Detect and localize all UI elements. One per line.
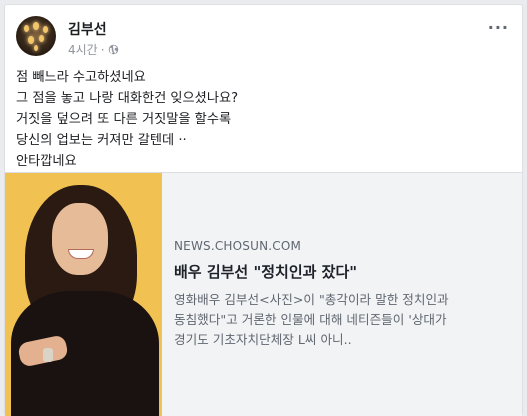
link-description-line: 동침했다"고 거론한 인물에 대해 네티즌들이 '상대가 — [174, 312, 447, 327]
link-description: 영화배우 김부선<사진>이 "총각이라 말한 정치인과 동침했다"고 거론한 인… — [174, 290, 514, 350]
link-thumbnail[interactable] — [5, 173, 162, 416]
post-meta: 4시간 · — [68, 41, 119, 58]
link-headline[interactable]: 배우 김부선 "정치인과 잤다" — [174, 261, 514, 282]
link-description-line: 영화배우 김부선<사진>이 "총각이라 말한 정치인과 — [174, 292, 449, 307]
post-line: 거짓을 덮으려 또 다른 거짓말을 할수록 — [16, 112, 232, 127]
globe-icon[interactable] — [108, 44, 119, 55]
post-line: 점 빼느라 수고하셨네요 — [16, 70, 146, 85]
post-header: 김부선 4시간 · ··· — [16, 16, 513, 58]
link-preview[interactable]: NEWS.CHOSUN.COM 배우 김부선 "정치인과 잤다" 영화배우 김부… — [5, 172, 522, 416]
post-line: 그 점을 놓고 나랑 대화한건 잊으셨나요? — [16, 91, 239, 106]
more-options-icon[interactable]: ··· — [488, 18, 509, 37]
link-info: NEWS.CHOSUN.COM 배우 김부선 "정치인과 잤다" 영화배우 김부… — [174, 239, 514, 350]
post-body: 점 빼느라 수고하셨네요 그 점을 놓고 나랑 대화한건 잊으셨나요? 거짓을 … — [16, 67, 511, 172]
post-line: 당신의 업보는 커져만 갈텐데 ·· — [16, 133, 187, 148]
avatar[interactable] — [16, 16, 56, 56]
post-line: 안타깝네요 — [16, 154, 77, 169]
link-description-line: 경기도 기초자치단체장 L씨 아니.. — [174, 332, 352, 347]
link-domain: NEWS.CHOSUN.COM — [174, 239, 302, 253]
author-name[interactable]: 김부선 — [68, 19, 107, 39]
post-timestamp[interactable]: 4시간 — [68, 41, 98, 58]
post-card: 김부선 4시간 · ··· 점 빼느라 수고하셨네요 그 점을 놓고 나랑 대화… — [4, 4, 523, 416]
